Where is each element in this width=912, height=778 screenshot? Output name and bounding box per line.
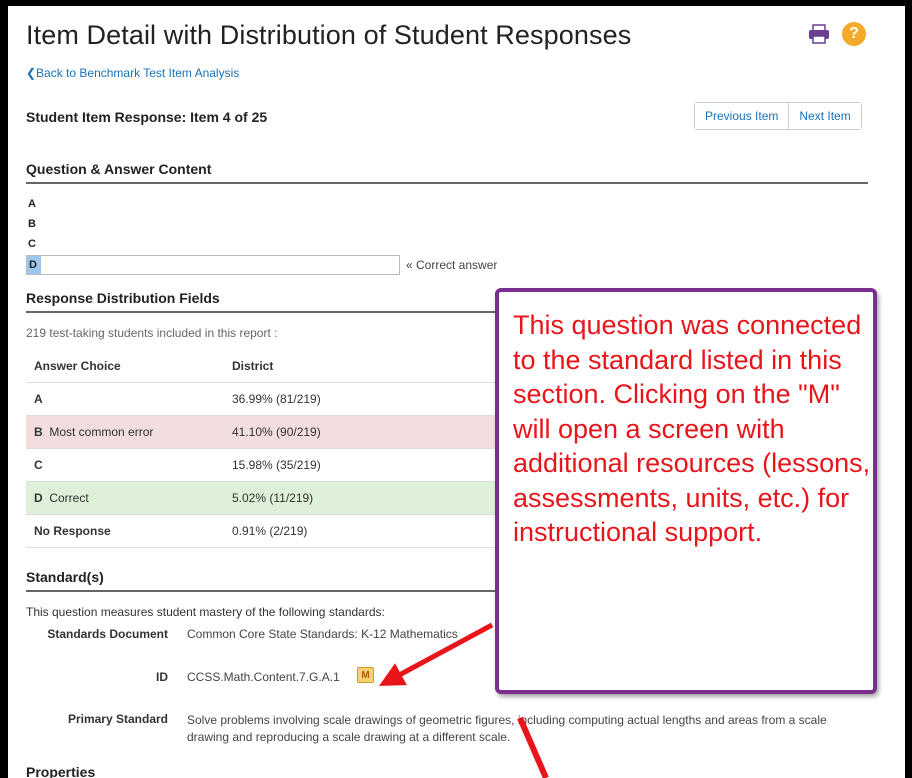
standard-id-label: ID [156,670,168,684]
printer-icon[interactable] [808,24,830,44]
annotation-callout: This question was connected to the stand… [495,288,877,694]
answer-choice: A [34,392,43,406]
resources-m-icon[interactable]: M [357,667,374,683]
primary-standard-label: Primary Standard [67,712,168,726]
standard-id-value: CCSS.Math.Content.7.G.A.1 [187,670,340,684]
correct-answer-note: « Correct answer [406,258,498,272]
answer-choice: D [34,491,43,505]
column-header-answer-choice: Answer Choice [26,349,224,383]
standards-document-label: Standards Document [47,627,168,641]
previous-item-button[interactable]: Previous Item [695,103,789,129]
choice-b: B [28,218,36,230]
properties-section-heading: Properties [26,764,96,778]
standards-document-value: Common Core State Standards: K-12 Mathem… [187,627,458,641]
qa-section-heading: Question & Answer Content [26,161,868,184]
back-link[interactable]: ❮Back to Benchmark Test Item Analysis [26,66,239,80]
help-icon[interactable]: ? [842,22,866,46]
choice-d: D [27,256,41,274]
item-heading: Student Item Response: Item 4 of 25 [26,109,268,125]
page: Item Detail with Distribution of Student… [8,6,905,778]
answer-choice: C [34,458,43,472]
callout-text: This question was connected to the stand… [513,310,871,547]
answer-choice: B [34,425,43,439]
primary-standard-value: Solve problems involving scale drawings … [187,713,827,744]
standards-intro: This question measures student mastery o… [26,605,385,619]
students-included-note: 219 test-taking students included in thi… [26,326,278,340]
answer-choice: No Response [34,524,111,538]
choice-a: A [28,198,36,210]
next-item-button[interactable]: Next Item [788,103,861,129]
page-title: Item Detail with Distribution of Student… [26,20,632,50]
choice-c: C [28,238,36,250]
row-status-label: Most common error [49,425,154,439]
row-status-label: Correct [49,491,89,505]
item-pager: Previous Item Next Item [694,102,862,130]
choice-d-answer-bar: D [26,255,400,275]
